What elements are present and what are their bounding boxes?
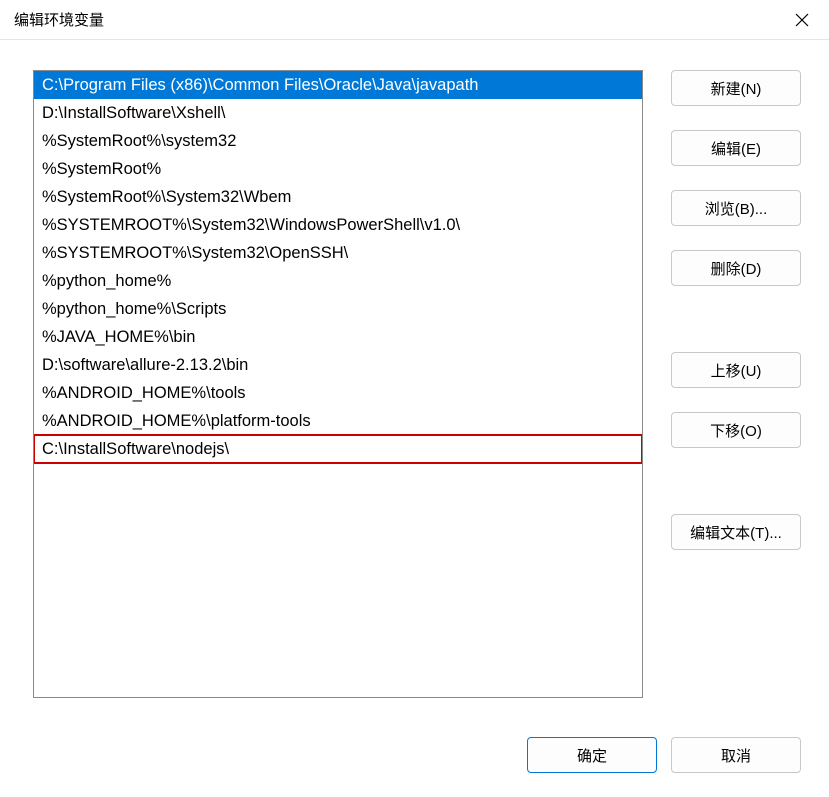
path-list-item[interactable]: D:\InstallSoftware\Xshell\ — [34, 99, 642, 127]
new-button[interactable]: 新建(N) — [671, 70, 801, 106]
browse-button[interactable]: 浏览(B)... — [671, 190, 801, 226]
edit-text-button[interactable]: 编辑文本(T)... — [671, 514, 801, 550]
path-list-item[interactable]: %ANDROID_HOME%\platform-tools — [34, 407, 642, 435]
delete-button[interactable]: 删除(D) — [671, 250, 801, 286]
path-list-item[interactable]: %python_home% — [34, 267, 642, 295]
path-list-item[interactable]: D:\software\allure-2.13.2\bin — [34, 351, 642, 379]
path-list-item[interactable]: C:\InstallSoftware\nodejs\ — [34, 435, 642, 463]
path-listbox[interactable]: C:\Program Files (x86)\Common Files\Orac… — [33, 70, 643, 698]
path-list-item[interactable]: %JAVA_HOME%\bin — [34, 323, 642, 351]
edit-button[interactable]: 编辑(E) — [671, 130, 801, 166]
dialog-content: C:\Program Files (x86)\Common Files\Orac… — [0, 40, 829, 797]
path-list-item[interactable]: %SystemRoot% — [34, 155, 642, 183]
button-column: 新建(N) 编辑(E) 浏览(B)... 删除(D) 上移(U) 下移(O) 编… — [671, 70, 801, 709]
path-list-item[interactable]: %SYSTEMROOT%\System32\WindowsPowerShell\… — [34, 211, 642, 239]
path-list-item[interactable]: %SystemRoot%\System32\Wbem — [34, 183, 642, 211]
path-list-item[interactable]: %ANDROID_HOME%\tools — [34, 379, 642, 407]
close-icon — [795, 13, 809, 27]
path-list-item[interactable]: %python_home%\Scripts — [34, 295, 642, 323]
bottom-button-row: 确定 取消 — [33, 737, 801, 773]
window-title: 编辑环境变量 — [14, 9, 104, 30]
path-list-item[interactable]: C:\Program Files (x86)\Common Files\Orac… — [34, 71, 642, 99]
move-up-button[interactable]: 上移(U) — [671, 352, 801, 388]
path-list-item[interactable]: %SYSTEMROOT%\System32\OpenSSH\ — [34, 239, 642, 267]
ok-button[interactable]: 确定 — [527, 737, 657, 773]
main-row: C:\Program Files (x86)\Common Files\Orac… — [33, 70, 801, 709]
move-down-button[interactable]: 下移(O) — [671, 412, 801, 448]
path-list-item[interactable]: %SystemRoot%\system32 — [34, 127, 642, 155]
titlebar: 编辑环境变量 — [0, 0, 829, 40]
cancel-button[interactable]: 取消 — [671, 737, 801, 773]
close-button[interactable] — [787, 5, 817, 35]
